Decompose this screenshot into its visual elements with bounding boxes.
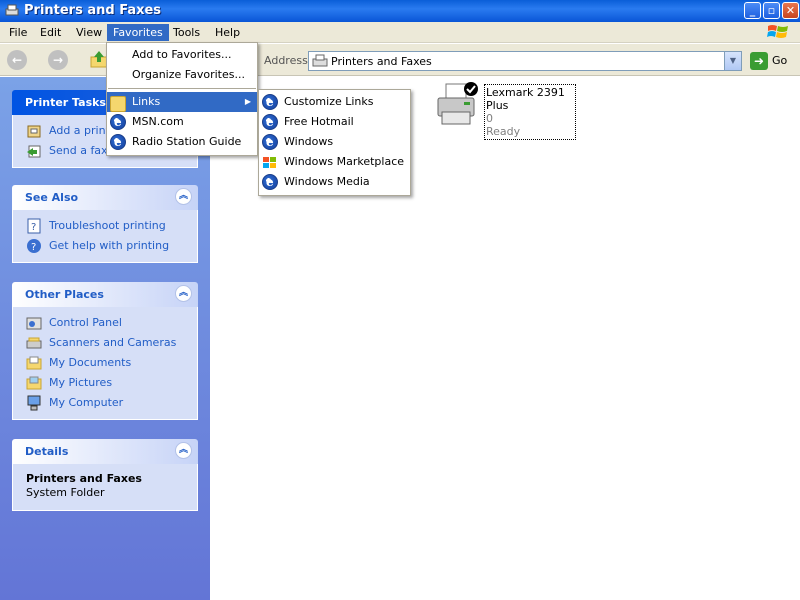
forward-button[interactable]: → [48,50,68,70]
collapse-chevron-icon[interactable]: ︽ [175,188,192,205]
ie-icon [110,112,126,132]
free-hotmail-item[interactable]: Free Hotmail [259,112,410,132]
other-places-panel: Other Places ︽ Control Panel Scanners an… [12,282,198,420]
printer-count: 0 [486,112,493,125]
menu-edit[interactable]: Edit [34,24,67,41]
collapse-chevron-icon[interactable]: ︽ [175,442,192,459]
control-panel-link[interactable]: Control Panel [13,313,197,333]
address-dropdown-button[interactable]: ▼ [724,52,741,70]
troubleshoot-printing-link[interactable]: ? Troubleshoot printing [13,216,197,236]
add-to-favorites-item[interactable]: Add to Favorites... [107,45,257,65]
menu-favorites[interactable]: Favorites [107,24,169,41]
links-item[interactable]: Links ▶ [107,92,257,112]
printer-label[interactable]: Lexmark 2391 Plus 0 Ready [484,84,576,140]
printer-icon[interactable] [436,82,482,130]
submenu-arrow-icon: ▶ [244,97,251,106]
folder-icon [110,96,126,112]
window-title: Printers and Faxes [24,3,162,18]
ie-icon [262,92,278,112]
back-arrow-icon: ← [11,53,23,67]
links-submenu: Customize Links Free Hotmail Windows Win… [258,89,411,196]
other-places-title: Other Places [25,288,104,301]
menu-help[interactable]: Help [209,24,246,41]
control-panel-icon [26,317,42,330]
my-computer-link[interactable]: My Computer [13,393,197,413]
other-places-header[interactable]: Other Places ︽ [12,282,198,307]
get-help-printing-link[interactable]: ? Get help with printing [13,236,197,256]
menu-tools[interactable]: Tools [167,24,206,41]
svg-text:?: ? [31,222,36,233]
see-also-panel: See Also ︽ ? Troubleshoot printing ? Get… [12,185,198,263]
help-circle-icon: ? [27,239,41,253]
address-field[interactable]: Printers and Faxes ▼ [308,51,742,71]
folder-icon [26,356,42,370]
windows-flag-icon [263,157,276,168]
help-book-icon: ? [27,218,41,234]
go-label[interactable]: Go [772,54,787,67]
pictures-folder-icon [26,376,42,390]
scanner-icon [26,337,42,349]
see-also-title: See Also [25,191,79,204]
organize-favorites-item[interactable]: Organize Favorites... [107,65,257,85]
go-button[interactable]: ➜ [750,52,768,70]
title-bar: Printers and Faxes _ ▫ ✕ [0,0,800,22]
minimize-button[interactable]: _ [744,2,761,19]
customize-links-item[interactable]: Customize Links [259,92,410,112]
computer-icon [27,395,41,411]
printer-folder-icon [5,4,19,16]
details-panel: Details ︽ Printers and Faxes System Fold… [12,439,198,511]
svg-text:?: ? [31,242,36,253]
add-printer-icon [27,125,41,138]
printer-tasks-title: Printer Tasks [25,96,106,109]
menu-view[interactable]: View [70,24,108,41]
back-button[interactable]: ← [7,50,27,70]
send-fax-icon [27,145,41,158]
favorites-menu: Add to Favorites... Organize Favorites..… [106,42,258,156]
my-pictures-link[interactable]: My Pictures [13,373,197,393]
windows-marketplace-item[interactable]: Windows Marketplace [259,152,410,172]
details-title: Details [25,445,69,458]
ie-icon [262,112,278,132]
my-documents-link[interactable]: My Documents [13,353,197,373]
collapse-chevron-icon[interactable]: ︽ [175,285,192,302]
see-also-header[interactable]: See Also ︽ [12,185,198,210]
close-button[interactable]: ✕ [782,2,799,19]
address-value: Printers and Faxes [331,55,432,68]
address-label: Address [264,54,308,67]
ie-icon [262,132,278,152]
menu-bar: File Edit View Favorites Tools Help [0,22,800,43]
printer-name: Lexmark 2391 Plus [486,86,565,112]
details-type: System Folder [26,486,105,499]
windows-item[interactable]: Windows [259,132,410,152]
printer-status: Ready [486,125,521,138]
radio-station-guide-item[interactable]: Radio Station Guide [107,132,257,152]
details-name: Printers and Faxes [26,472,142,485]
windows-logo-icon [767,25,788,38]
menu-file[interactable]: File [3,24,33,41]
menu-separator [108,88,256,89]
details-header[interactable]: Details ︽ [12,439,198,464]
printer-folder-icon [312,54,328,67]
ie-icon [110,132,126,152]
windows-media-item[interactable]: Windows Media [259,172,410,192]
msn-item[interactable]: MSN.com [107,112,257,132]
ie-icon [262,172,278,192]
forward-arrow-icon: → [52,53,64,67]
maximize-button[interactable]: ▫ [763,2,780,19]
scanners-cameras-link[interactable]: Scanners and Cameras [13,333,197,353]
